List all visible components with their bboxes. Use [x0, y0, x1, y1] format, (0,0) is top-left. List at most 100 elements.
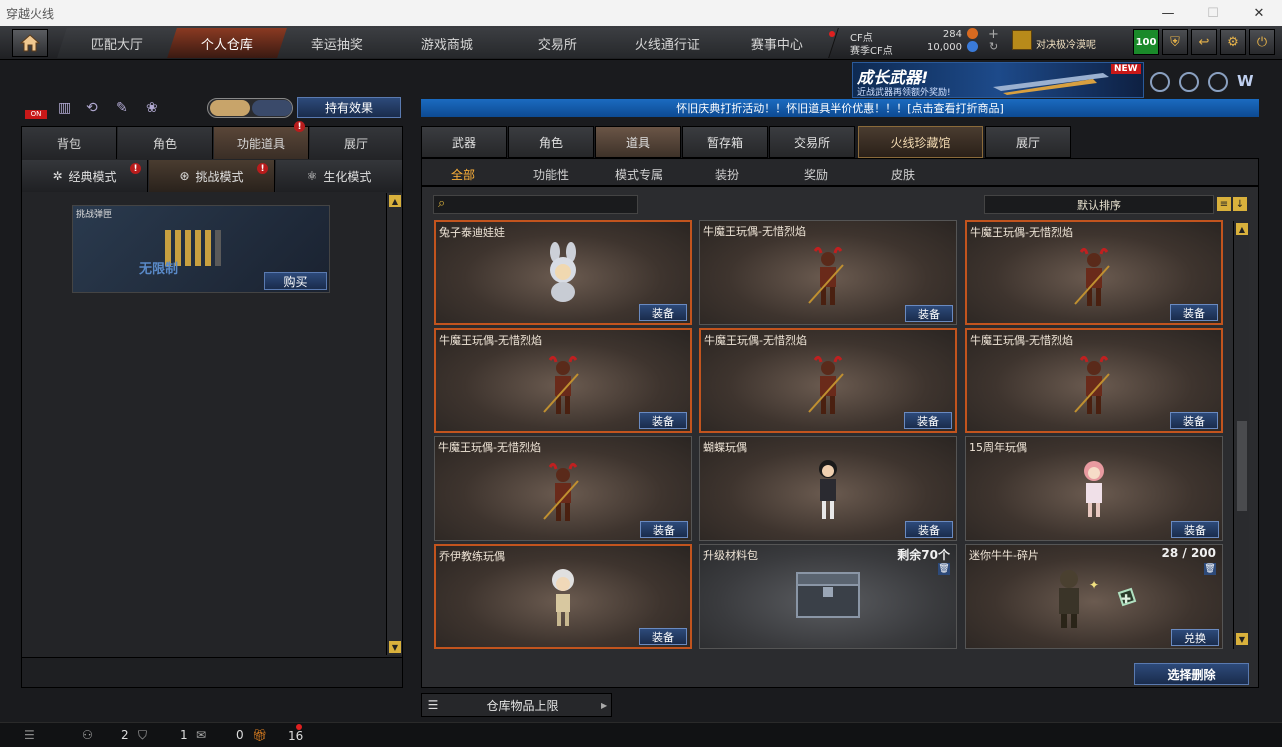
view-toggle[interactable]: [207, 98, 293, 118]
history-icon[interactable]: ⟲: [86, 100, 98, 116]
left-scrollbar[interactable]: ▲ ▼: [386, 193, 402, 655]
tab-weapons[interactable]: 武器: [421, 126, 507, 158]
subtab-mode-exclusive[interactable]: 模式专属: [615, 166, 663, 183]
item-card[interactable]: 牛魔王玩偶-无惜烈焰 装备: [699, 328, 957, 433]
scroll-down-icon[interactable]: ▼: [389, 641, 401, 653]
toggle-on-icon[interactable]: ON: [25, 98, 47, 120]
equip-button[interactable]: 装备: [905, 305, 953, 322]
item-scroll-down-icon[interactable]: ▼: [1236, 633, 1248, 645]
equip-button[interactable]: 装备: [639, 628, 687, 645]
minimize-button[interactable]: —: [1145, 0, 1191, 26]
return-icon[interactable]: ↩: [1191, 29, 1217, 55]
mode-zombie[interactable]: ⚛ 生化模式: [276, 160, 403, 192]
badge-icon-3[interactable]: [1208, 72, 1228, 92]
sort-dropdown[interactable]: 默认排序: [984, 195, 1214, 214]
scroll-up-icon[interactable]: ▲: [389, 195, 401, 207]
level-badge[interactable]: 100: [1133, 29, 1159, 55]
promo-banner[interactable]: 成长武器! 近战武器再领额外奖励! NEW: [852, 62, 1144, 98]
tab-characters[interactable]: 角色: [508, 126, 594, 158]
mode-challenge[interactable]: ⊛ 挑战模式: [149, 160, 275, 192]
storage-limit-bar[interactable]: ☰ 仓库物品上限 ▶: [421, 693, 612, 717]
refresh-icon[interactable]: ↻: [989, 40, 998, 53]
subtab-functional[interactable]: 功能性: [533, 166, 569, 183]
mode-classic[interactable]: ✲ 经典模式: [22, 160, 148, 192]
equip-button[interactable]: 装备: [1171, 521, 1219, 538]
nav-tab-match-lobby[interactable]: 匹配大厅: [57, 28, 179, 58]
user-edit-icon[interactable]: ✎: [116, 100, 128, 116]
challenge-item-card[interactable]: 挑战弹匣 无限制 购买: [72, 205, 330, 293]
event-medal-icon[interactable]: [1012, 30, 1032, 50]
gift-icon[interactable]: 🎁︎: [252, 728, 267, 742]
item-card[interactable]: 蝴蝶玩偶 装备: [699, 436, 957, 541]
maximize-button[interactable]: ☐: [1190, 0, 1236, 26]
item-card[interactable]: 15周年玩偶 装备: [965, 436, 1223, 541]
notice-bar[interactable]: 怀旧庆典打折活动！！怀旧道具半价优惠！！！[点击查看打折商品]: [421, 99, 1259, 117]
gear-icon[interactable]: ⚙: [1220, 29, 1246, 55]
item-scrollbar[interactable]: ▲ ▼: [1233, 221, 1249, 649]
tab-items[interactable]: 道具: [595, 126, 681, 158]
power-icon[interactable]: ⏻: [1249, 29, 1275, 55]
item-card[interactable]: 牛魔王玩偶-无惜烈焰 装备: [434, 436, 692, 541]
equip-button[interactable]: 装备: [1170, 304, 1218, 321]
item-card[interactable]: 兔子泰迪娃娃装备: [434, 220, 692, 325]
medal-icon[interactable]: ❀: [146, 100, 158, 116]
scroll-thumb[interactable]: [1237, 421, 1247, 511]
item-scroll-up-icon[interactable]: ▲: [1236, 223, 1248, 235]
brand-w-icon[interactable]: W: [1237, 72, 1259, 92]
tab-character[interactable]: 角色: [118, 127, 213, 159]
select-delete-button[interactable]: 选择删除: [1134, 663, 1249, 685]
equip-button[interactable]: 装备: [904, 412, 952, 429]
home-button[interactable]: [12, 29, 48, 57]
shield-icon[interactable]: ⛨: [1162, 29, 1188, 55]
nav-tab-lucky-draw[interactable]: 幸运抽奖: [277, 28, 399, 58]
close-button[interactable]: ✕: [1236, 0, 1282, 26]
equip-button[interactable]: 装备: [905, 521, 953, 538]
item-card[interactable]: 升级材料包 剩余70个 🗑︎: [699, 544, 957, 649]
item-card[interactable]: 迷你牛牛-碎片 28 / 200 🗑︎ ✚ ✦ 兑换: [965, 544, 1223, 649]
item-card[interactable]: 乔伊教练玩偶 装备: [434, 544, 692, 649]
chat-icon[interactable]: ✉: [196, 728, 206, 742]
character-toggle-icon[interactable]: [210, 100, 250, 116]
tab-showroom[interactable]: 展厅: [310, 127, 403, 159]
menu-icon[interactable]: ☰: [24, 728, 35, 742]
equip-button[interactable]: 装备: [640, 521, 688, 538]
nav-tab-personal-storage[interactable]: 个人仓库: [167, 28, 289, 58]
nav-tab-exchange[interactable]: 交易所: [497, 28, 619, 58]
sort-direction-icon[interactable]: ↓: [1233, 197, 1247, 211]
ranking-icon[interactable]: ▥: [58, 100, 71, 116]
trash-icon[interactable]: 🗑︎: [938, 563, 950, 575]
item-card[interactable]: 牛魔王玩偶-无惜烈焰 装备: [965, 328, 1223, 433]
equip-button[interactable]: 装备: [639, 304, 687, 321]
equip-button[interactable]: 装备: [1170, 412, 1218, 429]
nav-tab-game-mall[interactable]: 游戏商城: [387, 28, 509, 58]
search-input[interactable]: ⌕: [433, 195, 638, 214]
item-card[interactable]: 牛魔王玩偶-无惜烈焰 装备: [965, 220, 1223, 325]
subtab-all[interactable]: 全部: [451, 166, 475, 183]
bunny-figure-icon: [538, 240, 588, 313]
item-card[interactable]: 牛魔王玩偶-无惜烈焰 装备: [699, 220, 957, 325]
tab-function-items[interactable]: 功能道具: [214, 127, 309, 159]
subtab-rewards[interactable]: 奖励: [804, 166, 828, 183]
tab-gallery[interactable]: 展厅: [985, 126, 1071, 158]
list-view-icon[interactable]: ≡: [1217, 197, 1231, 211]
clan-icon[interactable]: ⛉: [138, 728, 147, 743]
item-name: 兔子泰迪娃娃: [439, 226, 505, 239]
badge-icon-1[interactable]: [1150, 72, 1170, 92]
tab-trade[interactable]: 交易所: [769, 126, 855, 158]
exchange-button[interactable]: 兑换: [1171, 629, 1219, 646]
badge-icon-2[interactable]: [1179, 72, 1199, 92]
subtab-skins[interactable]: 皮肤: [891, 166, 915, 183]
effects-button[interactable]: 持有效果: [297, 97, 401, 118]
nav-tab-battle-pass[interactable]: 火线通行证: [607, 28, 729, 58]
subtab-cosmetic[interactable]: 装扮: [715, 166, 739, 183]
tab-backpack[interactable]: 背包: [22, 127, 117, 159]
trash-icon[interactable]: 🗑︎: [1204, 563, 1216, 575]
tab-collection[interactable]: 火线珍藏馆: [858, 126, 983, 158]
friends-icon[interactable]: ⚇: [82, 728, 93, 742]
tab-temp-storage[interactable]: 暂存箱: [682, 126, 768, 158]
equip-button[interactable]: 装备: [639, 412, 687, 429]
emblem-toggle-icon[interactable]: [252, 100, 292, 116]
buy-button[interactable]: 购买: [264, 272, 327, 290]
nav-tab-event-center[interactable]: 赛事中心: [717, 28, 839, 58]
item-card[interactable]: 牛魔王玩偶-无惜烈焰 装备: [434, 328, 692, 433]
